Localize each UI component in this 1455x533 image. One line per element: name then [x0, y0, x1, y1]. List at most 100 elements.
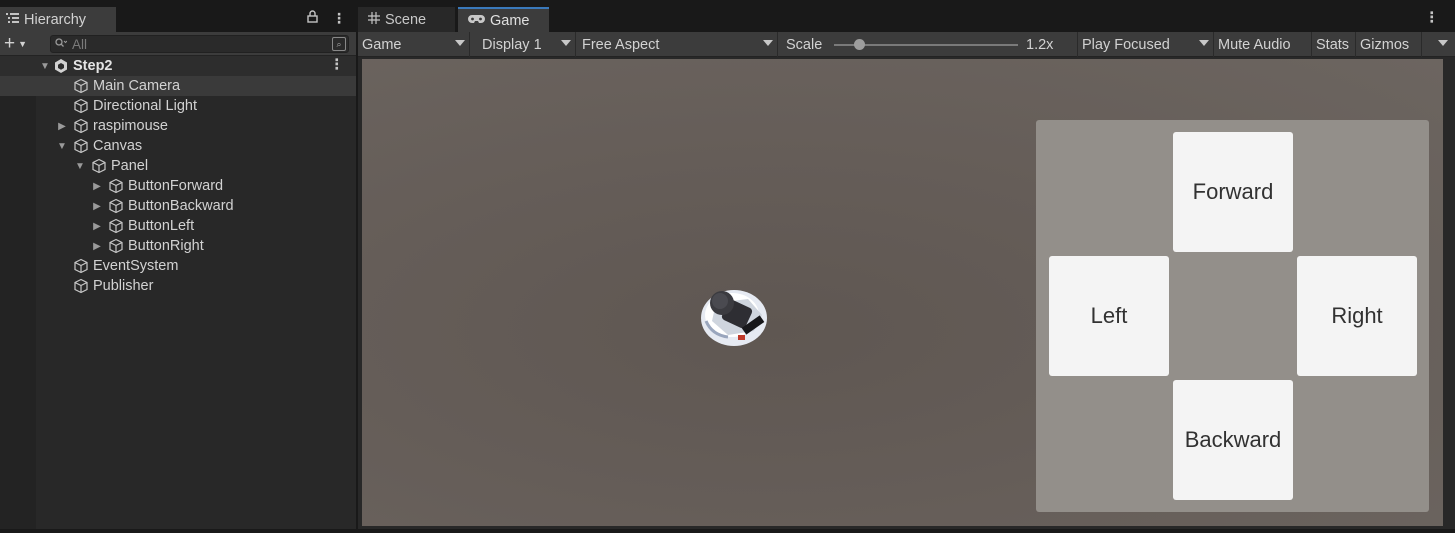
hierarchy-item-main-camera[interactable]: Main Camera — [0, 76, 356, 96]
cube-icon — [72, 77, 90, 95]
scene-name: Step2 — [73, 58, 113, 74]
hierarchy-item-publisher[interactable]: Publisher — [0, 276, 356, 296]
tab-game-label: Game — [490, 12, 530, 29]
top-strip — [0, 0, 1455, 7]
cube-icon — [72, 97, 90, 115]
tab-hierarchy[interactable]: Hierarchy — [0, 7, 116, 32]
display-dropdown[interactable]: Display 1 — [478, 32, 576, 57]
chevron-down-icon — [455, 40, 465, 46]
hierarchy-item-label: Directional Light — [93, 98, 197, 114]
stats-label: Stats — [1316, 36, 1350, 53]
lock-icon[interactable] — [307, 10, 318, 27]
search-placeholder: All — [72, 36, 88, 52]
gizmos-button[interactable]: Gizmos — [1356, 32, 1422, 57]
expand-arrow-icon[interactable]: ▶ — [90, 181, 104, 192]
viewport-frame — [1443, 57, 1455, 529]
hierarchy-item-label: raspimouse — [93, 118, 168, 134]
chevron-down-icon — [561, 40, 571, 46]
play-mode-dropdown[interactable]: Play Focused — [1078, 32, 1214, 57]
game-panel: Scene Game ⋮ Game Display 1 Free Aspect … — [358, 7, 1455, 529]
tab-hierarchy-label: Hierarchy — [24, 11, 87, 28]
hierarchy-item-label: Main Camera — [93, 78, 181, 94]
hierarchy-item-button-forward[interactable]: ▶ ButtonForward — [0, 176, 356, 196]
hierarchy-panel: Hierarchy ⋮ + ▼ All ⌕ ▼ Step2 ⋮ Main Cam… — [0, 7, 356, 529]
hierarchy-item-raspimouse[interactable]: ▶ raspimouse — [0, 116, 356, 136]
aspect-label: Free Aspect — [582, 36, 660, 53]
gizmos-label: Gizmos — [1360, 36, 1410, 53]
chevron-down-icon: ▼ — [18, 39, 28, 49]
hierarchy-item-label: EventSystem — [93, 258, 179, 274]
scale-value: 1.2x — [1026, 36, 1054, 53]
cube-icon — [107, 217, 125, 235]
mute-audio-button[interactable]: Mute Audio — [1214, 32, 1312, 57]
expand-arrow-icon[interactable]: ▼ — [55, 141, 69, 152]
hierarchy-item-directional-light[interactable]: Directional Light — [0, 96, 356, 116]
hierarchy-item-panel[interactable]: ▼ Panel — [0, 156, 356, 176]
cube-icon — [72, 277, 90, 295]
search-field[interactable]: All ⌕ — [50, 35, 349, 53]
list-icon — [6, 12, 20, 28]
cube-icon — [72, 137, 90, 155]
left-button[interactable]: Left — [1049, 256, 1169, 376]
backward-button[interactable]: Backward — [1173, 380, 1293, 500]
hierarchy-item-label: Panel — [111, 158, 149, 174]
expand-arrow-icon[interactable]: ▼ — [73, 161, 87, 172]
hierarchy-item-button-left[interactable]: ▶ ButtonLeft — [0, 216, 356, 236]
cube-icon — [90, 157, 108, 175]
chevron-down-icon — [763, 40, 773, 46]
kebab-menu-icon[interactable]: ⋮ — [1425, 10, 1440, 26]
aspect-dropdown[interactable]: Free Aspect — [578, 32, 778, 57]
forward-button[interactable]: Forward — [1173, 132, 1293, 252]
chevron-down-icon — [1199, 40, 1209, 46]
create-button[interactable]: + ▼ — [4, 33, 38, 54]
tab-scene[interactable]: Scene — [358, 7, 455, 32]
gamepad-icon — [468, 13, 485, 29]
raspimouse-robot — [701, 290, 767, 346]
hierarchy-toolbar: + ▼ All ⌕ — [0, 32, 356, 56]
display-label: Display 1 — [482, 36, 542, 53]
scene-menu-icon[interactable]: ⋮ — [330, 57, 345, 73]
game-tabbar: Scene Game ⋮ — [358, 7, 1455, 32]
gizmos-dropdown[interactable] — [1422, 32, 1452, 57]
scale-slider-handle[interactable] — [854, 39, 865, 50]
cube-icon — [107, 237, 125, 255]
expand-arrow-icon[interactable]: ▶ — [90, 241, 104, 252]
cube-icon — [107, 197, 125, 215]
cube-icon — [107, 177, 125, 195]
bottom-strip — [0, 529, 1455, 533]
cube-icon — [72, 257, 90, 275]
expand-arrow-icon[interactable]: ▶ — [55, 121, 69, 132]
hierarchy-item-label: ButtonBackward — [128, 198, 234, 214]
hierarchy-item-event-system[interactable]: EventSystem — [0, 256, 356, 276]
kebab-menu-icon[interactable]: ⋮ — [332, 10, 346, 27]
expand-arrow-icon[interactable]: ▶ — [90, 201, 104, 212]
stats-button[interactable]: Stats — [1312, 32, 1356, 57]
view-mode-label: Game — [362, 36, 402, 53]
plus-icon: + — [4, 33, 16, 54]
view-mode-dropdown[interactable]: Game — [358, 32, 470, 57]
hierarchy-item-label: ButtonForward — [128, 178, 224, 194]
hierarchy-item-label: ButtonLeft — [128, 218, 195, 234]
hierarchy-list: ▼ Step2 ⋮ Main Camera Directional Light … — [0, 56, 356, 529]
game-viewport[interactable]: Forward Left Right Backward — [362, 59, 1443, 526]
hierarchy-tabbar: Hierarchy ⋮ — [0, 7, 356, 32]
hierarchy-item-button-backward[interactable]: ▶ ButtonBackward — [0, 196, 356, 216]
grid-icon — [368, 11, 380, 28]
expand-arrow-icon[interactable]: ▼ — [38, 61, 52, 72]
hierarchy-item-label: ButtonRight — [128, 238, 204, 254]
play-mode-label: Play Focused — [1082, 36, 1170, 53]
mute-audio-label: Mute Audio — [1218, 36, 1291, 53]
hierarchy-item-button-right[interactable]: ▶ ButtonRight — [0, 236, 356, 256]
scene-root-row[interactable]: ▼ Step2 ⋮ — [0, 56, 356, 76]
right-button[interactable]: Right — [1297, 256, 1417, 376]
unity-logo-icon — [52, 57, 70, 75]
search-filter-icon[interactable]: ⌕ — [332, 37, 346, 51]
search-icon — [55, 36, 68, 52]
game-toolbar: Game Display 1 Free Aspect Scale 1.2x Pl… — [358, 32, 1455, 57]
hierarchy-item-canvas[interactable]: ▼ Canvas — [0, 136, 356, 156]
control-panel: Forward Left Right Backward — [1036, 120, 1429, 512]
hierarchy-tab-icons: ⋮ — [307, 10, 346, 27]
expand-arrow-icon[interactable]: ▶ — [90, 221, 104, 232]
chevron-down-icon — [1438, 40, 1448, 46]
tab-game[interactable]: Game — [458, 7, 549, 32]
